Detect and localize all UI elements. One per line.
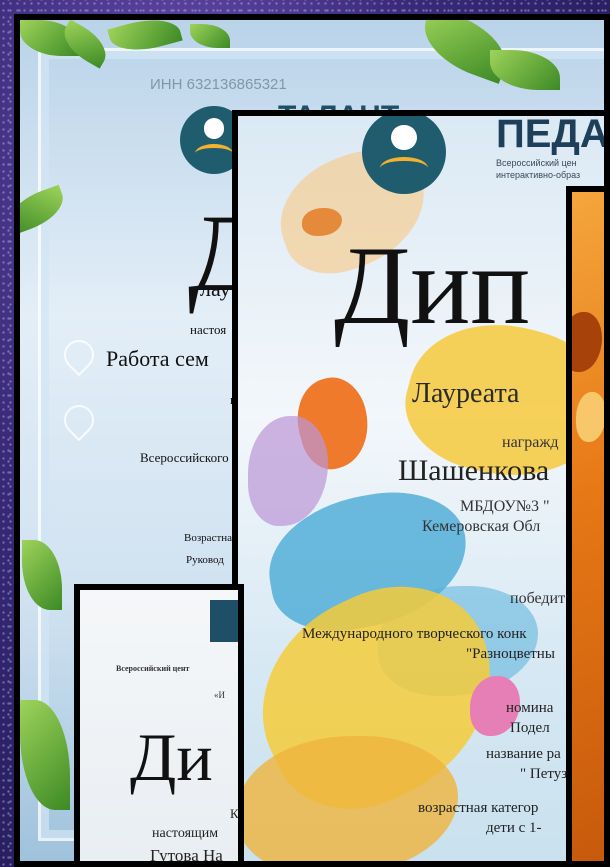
nomination-label: номина bbox=[506, 700, 554, 716]
work-title-label: название ра bbox=[486, 746, 561, 762]
pedagog-logo bbox=[362, 116, 446, 194]
diploma-title: Дип bbox=[334, 224, 531, 348]
brand-name: ПЕДА bbox=[496, 112, 609, 156]
quote-text: «И bbox=[214, 690, 225, 700]
logo-book bbox=[194, 144, 234, 163]
autumn-leaf bbox=[572, 312, 602, 372]
brand-subtitle: интерактивно-образ bbox=[496, 170, 581, 180]
brand-subtitle: Всероссийский цен bbox=[496, 158, 577, 168]
leaf-decoration bbox=[190, 24, 230, 48]
diploma-card-butterflies: ПЕДА Всероссийский цен интерактивно-обра… bbox=[232, 110, 610, 867]
diploma-card-small: Всероссийский цент «И Ди К настоящим Гут… bbox=[74, 584, 244, 867]
diploma-title: Ди bbox=[130, 719, 213, 795]
header-block bbox=[210, 600, 238, 642]
nomination-value: Подел bbox=[510, 720, 550, 736]
age-category-value: дети с 1- bbox=[486, 820, 542, 836]
awarded-label: награжд bbox=[502, 434, 559, 451]
winner-label: победит bbox=[510, 590, 566, 607]
organization: МБДОУ№3 " bbox=[460, 498, 550, 515]
logo-book bbox=[380, 157, 428, 179]
autumn-leaf bbox=[576, 392, 604, 442]
logo-head bbox=[203, 118, 225, 139]
inn-number: ИНН 632136865321 bbox=[150, 76, 287, 93]
work-title: Работа сем bbox=[106, 346, 209, 371]
diploma-card-autumn bbox=[566, 186, 610, 867]
text-line: Возрастна bbox=[184, 532, 233, 544]
butterfly-wing bbox=[248, 416, 328, 526]
contest-title: "Разноцветны bbox=[466, 646, 555, 662]
logo-head bbox=[391, 125, 417, 151]
text-line: настоящим bbox=[152, 826, 219, 841]
contest-name: Международного творческого конк bbox=[302, 626, 527, 642]
work-title-value: " Петуз bbox=[520, 766, 568, 782]
laureate-label: Лауреата bbox=[412, 378, 520, 409]
recipient-name: Гутова На bbox=[150, 846, 223, 865]
text-line: Всероссийского bbox=[140, 450, 229, 465]
age-category-label: возрастная категор bbox=[418, 800, 539, 816]
region: Кемеровская Обл bbox=[422, 518, 541, 535]
text-line: настоя bbox=[190, 322, 227, 337]
diploma-subtitle: лау bbox=[200, 276, 231, 301]
text-line: Руковод bbox=[186, 554, 224, 566]
center-name: Всероссийский цент bbox=[116, 664, 190, 673]
text-line: К bbox=[230, 806, 239, 821]
recipient-name: Шашенкова bbox=[398, 454, 550, 487]
